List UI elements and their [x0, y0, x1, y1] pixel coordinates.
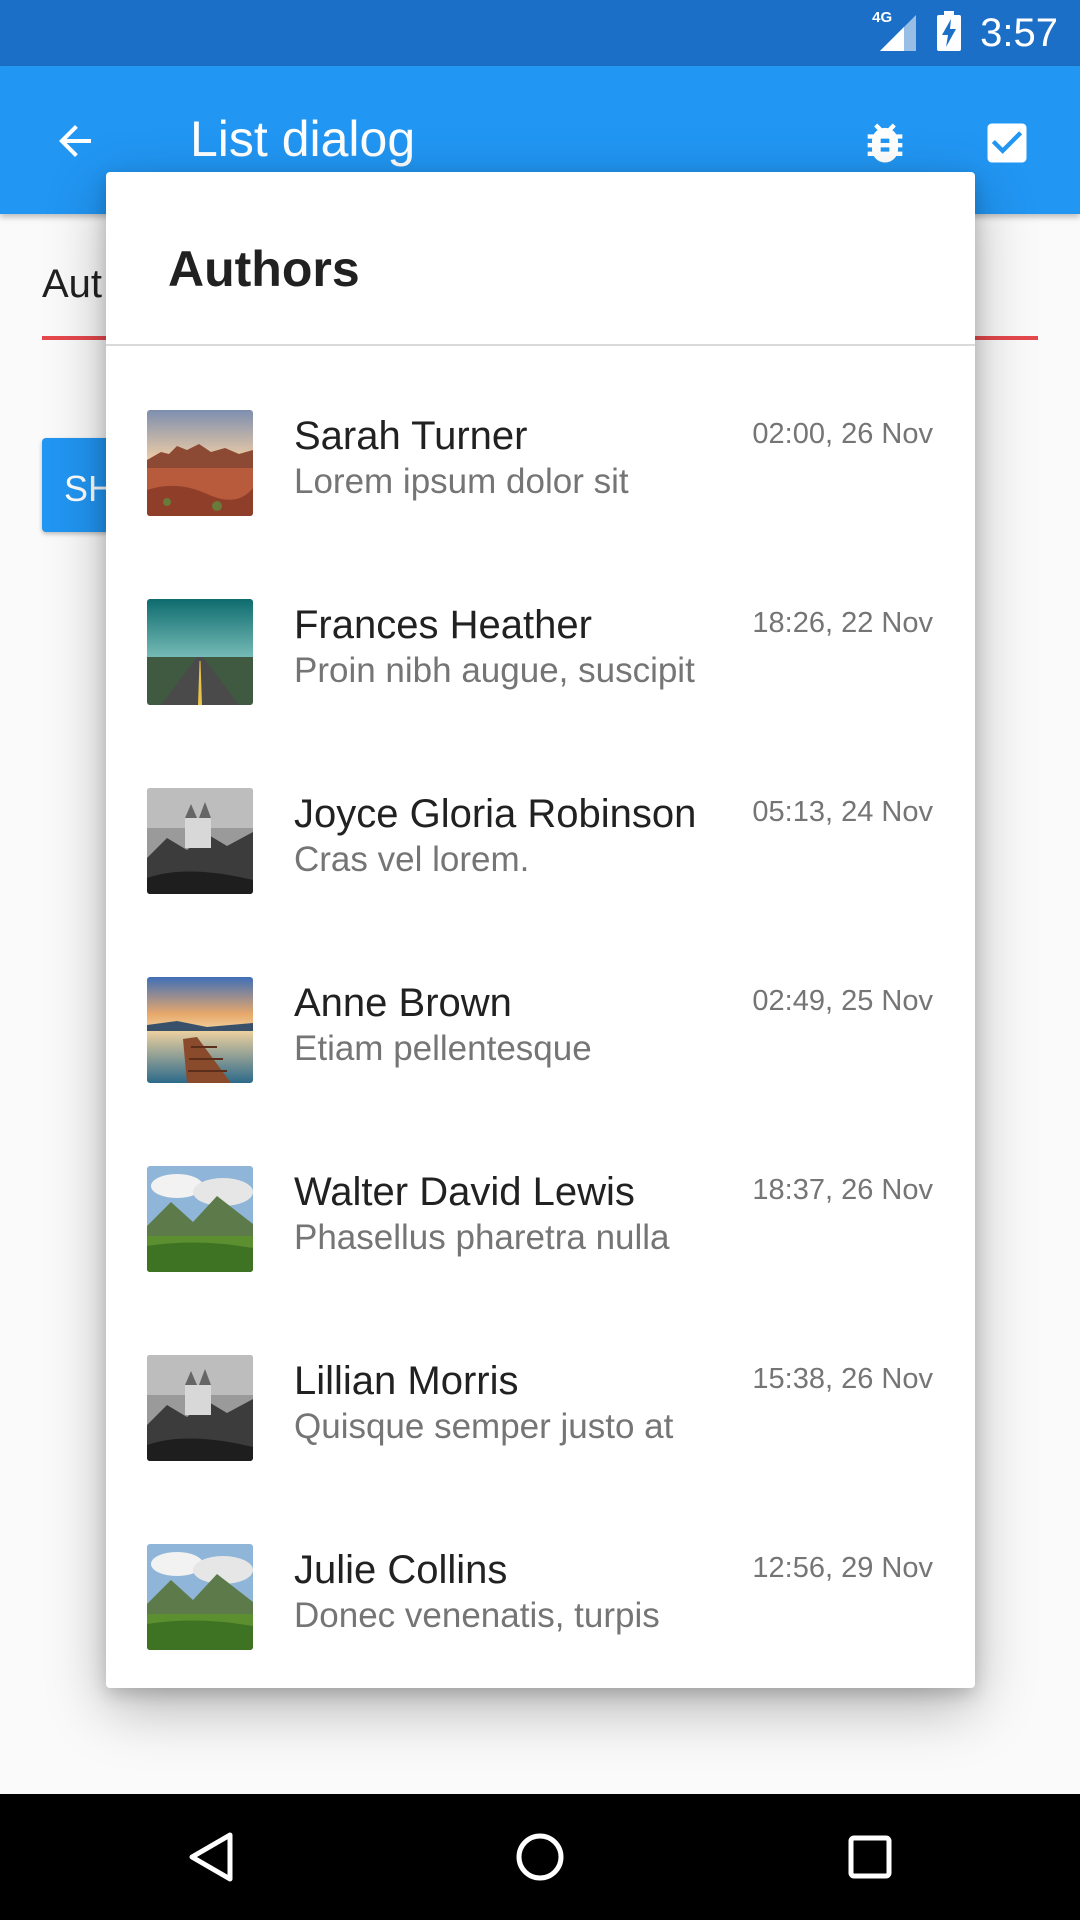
- nav-back-button[interactable]: [176, 1822, 246, 1892]
- author-name: Sarah Turner: [294, 414, 528, 458]
- nav-home-icon: [516, 1833, 564, 1881]
- dialog-title: Authors: [168, 241, 360, 297]
- list-item[interactable]: Lillian Morris Quisque semper justo at 1…: [106, 1291, 975, 1480]
- list-item[interactable]: Anne Brown Etiam pellentesque 02:49, 25 …: [106, 913, 975, 1102]
- timestamp: 18:37, 26 Nov: [752, 1174, 933, 1206]
- author-subtitle: Proin nibh augue, suscipit: [294, 651, 695, 690]
- canyon-thumbnail: [147, 410, 253, 516]
- list-item[interactable]: Sarah Turner Lorem ipsum dolor sit 02:00…: [106, 346, 975, 535]
- author-name: Lillian Morris: [294, 1359, 519, 1403]
- nav-recents-icon: [848, 1835, 892, 1879]
- timestamp: 12:56, 29 Nov: [752, 1552, 933, 1584]
- list-item[interactable]: Walter David Lewis Phasellus pharetra nu…: [106, 1102, 975, 1291]
- mountains-thumbnail: [147, 1544, 253, 1650]
- list-item[interactable]: Frances Heather Proin nibh augue, suscip…: [106, 535, 975, 724]
- castle-thumbnail: [147, 1355, 253, 1461]
- nav-recents-button[interactable]: [835, 1822, 905, 1892]
- castle-thumbnail: [147, 788, 253, 894]
- author-name: Walter David Lewis: [294, 1170, 635, 1214]
- timestamp: 02:49, 25 Nov: [752, 985, 933, 1017]
- author-subtitle: Cras vel lorem.: [294, 840, 530, 879]
- pier-thumbnail: [147, 977, 253, 1083]
- author-subtitle: Donec venenatis, turpis: [294, 1596, 660, 1635]
- timestamp: 05:13, 24 Nov: [752, 796, 933, 828]
- nav-home-button[interactable]: [505, 1822, 575, 1892]
- list-item[interactable]: Julie Collins Donec venenatis, turpis 12…: [106, 1480, 975, 1669]
- timestamp: 02:00, 26 Nov: [752, 418, 933, 450]
- list-item[interactable]: Joyce Gloria Robinson Cras vel lorem. 05…: [106, 724, 975, 913]
- author-subtitle: Quisque semper justo at: [294, 1407, 674, 1446]
- timestamp: 18:26, 22 Nov: [752, 607, 933, 639]
- mountains-thumbnail: [147, 1166, 253, 1272]
- author-name: Frances Heather: [294, 603, 592, 647]
- author-subtitle: Phasellus pharetra nulla: [294, 1218, 670, 1257]
- author-name: Anne Brown: [294, 981, 512, 1025]
- nav-back-icon: [189, 1832, 233, 1882]
- author-name: Julie Collins: [294, 1548, 508, 1592]
- author-subtitle: Etiam pellentesque: [294, 1029, 592, 1068]
- author-name: Joyce Gloria Robinson: [294, 792, 697, 836]
- list-dialog: Authors Sarah Turner Lorem ipsum dolor s…: [106, 172, 975, 1688]
- author-subtitle: Lorem ipsum dolor sit: [294, 462, 629, 501]
- navigation-bar: [0, 1794, 1080, 1920]
- road-thumbnail: [147, 599, 253, 705]
- timestamp: 15:38, 26 Nov: [752, 1363, 933, 1395]
